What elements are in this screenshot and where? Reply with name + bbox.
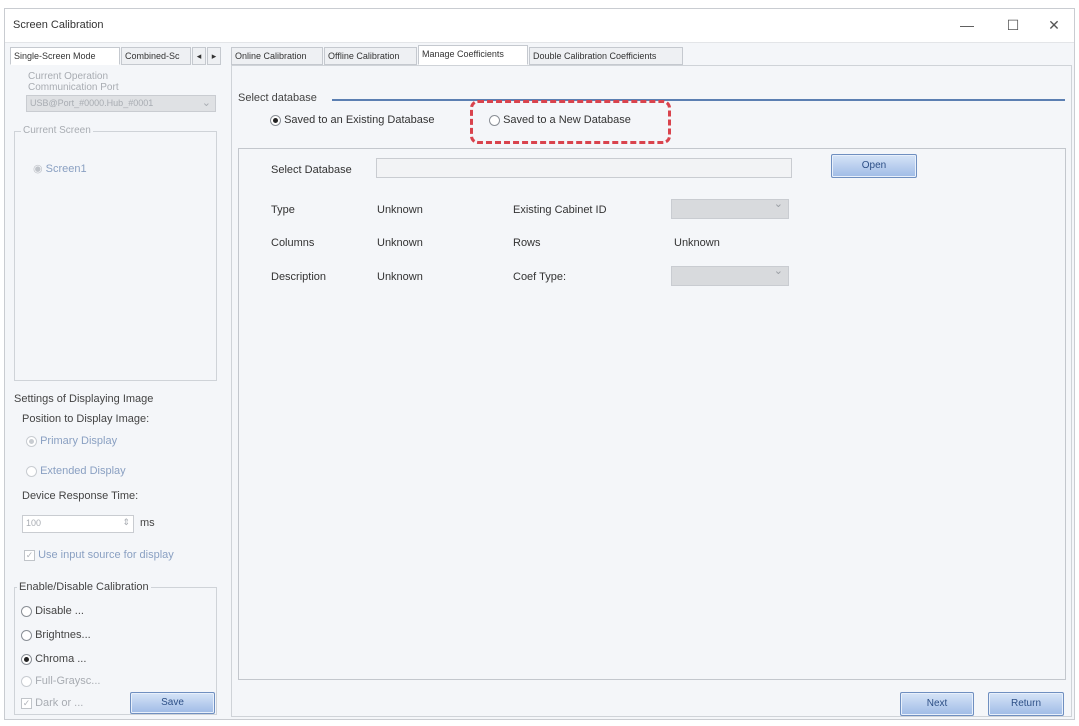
tab-single-screen-mode[interactable]: Single-Screen Mode	[10, 47, 120, 65]
chroma-radio-icon	[21, 653, 32, 665]
tab-offline-calibration[interactable]: Offline Calibration	[324, 47, 417, 65]
new-database-label: Saved to a New Database	[503, 114, 631, 126]
rows-label: Rows	[513, 237, 541, 249]
type-value: Unknown	[377, 204, 423, 216]
columns-value: Unknown	[377, 237, 423, 249]
screen-item-label: Screen1	[45, 163, 87, 175]
communication-port-label: Communication Port	[28, 82, 119, 93]
database-details-area: Select Database Open Type Unknown Existi…	[238, 148, 1066, 680]
extended-display-radio-icon	[26, 465, 37, 477]
disable-label: Disable ...	[35, 605, 84, 617]
response-time-unit: ms	[140, 517, 155, 529]
screen-list-item[interactable]: ◉ Screen1	[33, 162, 87, 175]
maximize-button[interactable]: ☐	[1000, 15, 1026, 35]
response-time-label: Device Response Time:	[22, 490, 139, 502]
save-button[interactable]: Save	[130, 692, 215, 714]
checkbox-checked-icon: ✓	[21, 697, 32, 709]
primary-display-option[interactable]: Primary Display	[26, 435, 117, 447]
tab-combined-screen[interactable]: Combined-Sc	[121, 47, 191, 65]
primary-display-label: Primary Display	[40, 435, 118, 447]
brightness-option[interactable]: Brightnes...	[21, 629, 91, 641]
next-button[interactable]: Next	[900, 692, 974, 716]
disable-option[interactable]: Disable ...	[21, 605, 84, 617]
window-title: Screen Calibration	[13, 19, 104, 31]
type-label: Type	[271, 204, 295, 216]
open-button[interactable]: Open	[831, 154, 917, 178]
chroma-label: Chroma ...	[35, 653, 87, 665]
display-settings-group: Settings of Displaying Image Position to…	[14, 393, 217, 573]
return-button[interactable]: Return	[988, 692, 1064, 716]
existing-cabinet-id-label: Existing Cabinet ID	[513, 204, 607, 216]
coef-type-select[interactable]	[671, 264, 789, 286]
close-button[interactable]: ✕	[1041, 15, 1067, 35]
tab-double-calibration-coefficients[interactable]: Double Calibration Coefficients	[529, 47, 683, 65]
position-label: Position to Display Image:	[22, 413, 150, 425]
calibration-label: Enable/Disable Calibration	[17, 581, 151, 593]
calibration-window: Screen Calibration — ☐ ✕ Single-Screen M…	[4, 8, 1075, 720]
select-database-field-label: Select Database	[271, 164, 352, 176]
description-label: Description	[271, 271, 327, 283]
chevron-down-icon: ⌄	[201, 97, 211, 109]
tab-scroll-left-icon[interactable]: ◂	[192, 47, 206, 65]
display-settings-label: Settings of Displaying Image	[14, 393, 154, 405]
new-database-option[interactable]: Saved to a New Database	[489, 114, 631, 126]
response-time-input[interactable]: 100 ⇕	[22, 515, 134, 533]
full-grayscale-option[interactable]: Full-Graysc...	[21, 675, 100, 687]
database-path-input[interactable]	[376, 158, 792, 178]
dark-or-label: Dark or ...	[35, 697, 84, 709]
current-screen-label: Current Screen	[21, 125, 93, 136]
spinner-icon[interactable]: ⇕	[122, 517, 130, 528]
extended-display-label: Extended Display	[40, 465, 126, 477]
full-grayscale-radio-icon	[21, 675, 32, 687]
extended-display-option[interactable]: Extended Display	[26, 465, 126, 477]
checkbox-checked-icon: ✓	[24, 549, 35, 561]
tab-manage-coefficients[interactable]: Manage Coefficients	[418, 45, 528, 65]
new-database-radio-icon	[489, 114, 500, 126]
use-input-source-label: Use input source for display	[38, 549, 174, 561]
existing-cabinet-id-select[interactable]	[671, 197, 789, 219]
disable-radio-icon	[21, 605, 32, 617]
rows-value: Unknown	[674, 237, 720, 249]
select-database-divider	[332, 99, 1065, 101]
title-bar: Screen Calibration — ☐ ✕	[5, 9, 1074, 43]
coef-type-label: Coef Type:	[513, 271, 566, 283]
tab-online-calibration[interactable]: Online Calibration	[231, 47, 323, 65]
existing-database-radio-icon	[270, 114, 281, 126]
minimize-button[interactable]: —	[954, 15, 980, 35]
communication-port-select[interactable]: USB@Port_#0000.Hub_#0001 ⌄	[26, 95, 216, 112]
select-database-label: Select database	[238, 92, 317, 104]
manage-coefficients-panel: Select database Saved to an Existing Dat…	[231, 65, 1072, 717]
columns-label: Columns	[271, 237, 315, 249]
current-screen-group: Current Screen ◉ Screen1	[14, 125, 217, 381]
chroma-option[interactable]: Chroma ...	[21, 653, 86, 665]
primary-display-radio-icon	[26, 435, 37, 447]
existing-database-option[interactable]: Saved to an Existing Database	[270, 114, 435, 126]
current-operation-label: Current Operation	[28, 71, 109, 82]
tab-scroll-right-icon[interactable]: ▸	[207, 47, 221, 65]
dark-or-checkbox[interactable]: ✓ Dark or ...	[21, 697, 83, 709]
use-input-source-checkbox[interactable]: ✓ Use input source for display	[24, 549, 174, 561]
brightness-label: Brightnes...	[35, 629, 91, 641]
communication-port-value: USB@Port_#0000.Hub_#0001	[30, 98, 154, 108]
description-value: Unknown	[377, 271, 423, 283]
response-time-value: 100	[26, 518, 42, 528]
brightness-radio-icon	[21, 629, 32, 641]
existing-database-label: Saved to an Existing Database	[284, 114, 435, 126]
calibration-group: Enable/Disable Calibration Disable ... B…	[14, 581, 217, 715]
screen-radio-icon: ◉	[33, 163, 43, 175]
full-grayscale-label: Full-Graysc...	[35, 675, 101, 687]
